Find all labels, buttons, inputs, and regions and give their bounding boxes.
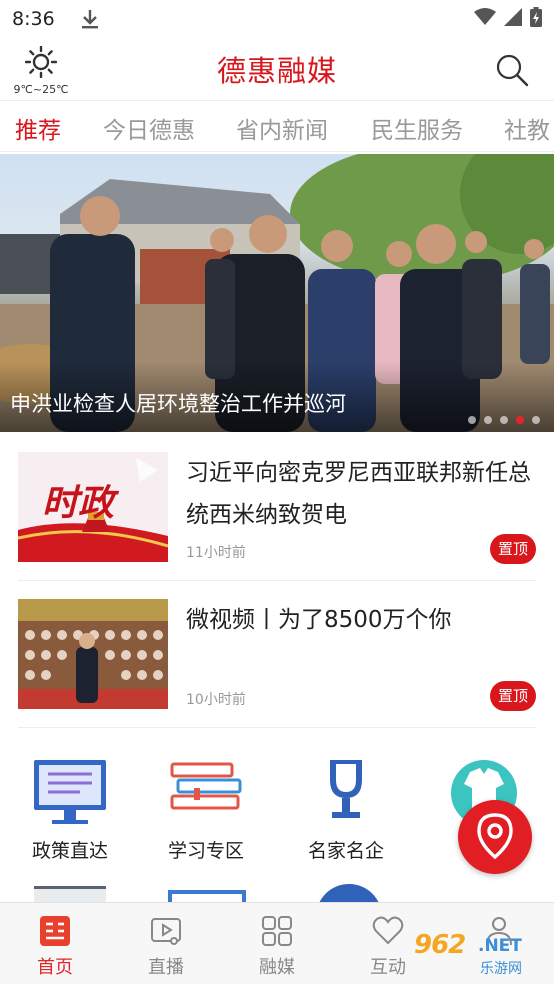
watermark-domain: .NET (478, 936, 522, 956)
location-button[interactable] (458, 800, 532, 874)
news-title[interactable]: 习近平向密克罗尼西亚联邦新任总统西米纳致贺电 (186, 452, 536, 536)
tab-livelihood-services[interactable]: 民生服务 (371, 111, 463, 145)
trophy-icon (304, 758, 388, 828)
tab-social-education[interactable]: 社教 (504, 111, 550, 145)
status-icons (474, 7, 542, 31)
watermark-brand: 962 (414, 930, 466, 960)
grid-partial-icon (316, 884, 382, 902)
carousel-dots (468, 416, 540, 424)
grid-label: 学习专区 (167, 840, 244, 862)
carousel-dot[interactable] (532, 416, 540, 424)
grid-apps-icon (261, 915, 293, 947)
carousel-dot[interactable] (468, 416, 476, 424)
signal-icon (504, 8, 522, 30)
carousel-dot[interactable] (484, 416, 492, 424)
home-news-icon (39, 915, 71, 947)
watermark-subtitle: 乐游网 (480, 961, 522, 977)
heart-icon (372, 915, 404, 947)
nav-media[interactable]: 融媒 (222, 903, 332, 984)
status-time: 8:36 (12, 8, 55, 30)
thumb-label: 时政 (42, 482, 115, 524)
search-icon (494, 54, 530, 92)
live-video-icon (150, 915, 182, 947)
divider (18, 727, 536, 728)
news-time: 11小时前 (186, 545, 246, 561)
grid-item-policy[interactable]: 政策直达 (10, 758, 130, 878)
pinned-badge: 置顶 (489, 534, 536, 564)
nav-label: 首页 (37, 957, 73, 978)
monitor-icon (28, 758, 112, 828)
status-bar: 8:36 (0, 0, 554, 38)
news-item[interactable]: 微视频丨为了8500万个你 10小时前 置顶 (18, 599, 536, 729)
download-icon (81, 8, 99, 30)
nav-live[interactable]: 直播 (111, 903, 221, 984)
divider (18, 580, 536, 581)
location-pin-icon (475, 813, 515, 865)
tab-recommend[interactable]: 推荐 (15, 111, 61, 145)
category-tabs: 推荐 今日德惠 省内新闻 民生服务 社教 (0, 100, 554, 152)
watermark-logo: 962 .NET 乐游网 (414, 930, 550, 980)
nav-label: 直播 (148, 957, 184, 978)
nav-home[interactable]: 首页 (0, 903, 110, 984)
grid-row-partial (0, 880, 554, 902)
news-thumbnail (18, 599, 168, 709)
grid-partial-icon (168, 890, 246, 902)
app-title: 德惠融媒 (216, 54, 337, 88)
news-title[interactable]: 微视频丨为了8500万个你 (186, 599, 536, 641)
app-header: 9℃~25℃ 德惠融媒 (0, 38, 554, 100)
news-time: 10小时前 (186, 692, 246, 708)
banner-carousel[interactable]: 申洪业检查人居环境整治工作并巡河 (0, 154, 554, 432)
grid-partial-icon (34, 886, 106, 902)
books-icon (164, 758, 248, 828)
news-thumbnail: 时政 (18, 452, 168, 562)
grid-label: 政策直达 (31, 840, 108, 862)
wifi-icon (474, 8, 496, 30)
news-item[interactable]: 时政 习近平向密克罗尼西亚联邦新任总统西米纳致贺电 11小时前 置顶 (18, 452, 536, 582)
battery-icon (530, 7, 542, 31)
pinned-badge: 置顶 (489, 681, 536, 711)
grid-item-study[interactable]: 学习专区 (146, 758, 266, 878)
carousel-dot[interactable] (500, 416, 508, 424)
banner-caption: 申洪业检查人居环境整治工作并巡河 (10, 392, 346, 416)
carousel-dot-active[interactable] (516, 416, 524, 424)
nav-label: 融媒 (259, 957, 295, 978)
tab-today-dehui[interactable]: 今日德惠 (103, 111, 195, 145)
tab-province-news[interactable]: 省内新闻 (236, 111, 328, 145)
grid-label: 名家名企 (307, 840, 384, 862)
search-button[interactable] (494, 52, 530, 88)
grid-item-famous[interactable]: 名家名企 (286, 758, 406, 878)
